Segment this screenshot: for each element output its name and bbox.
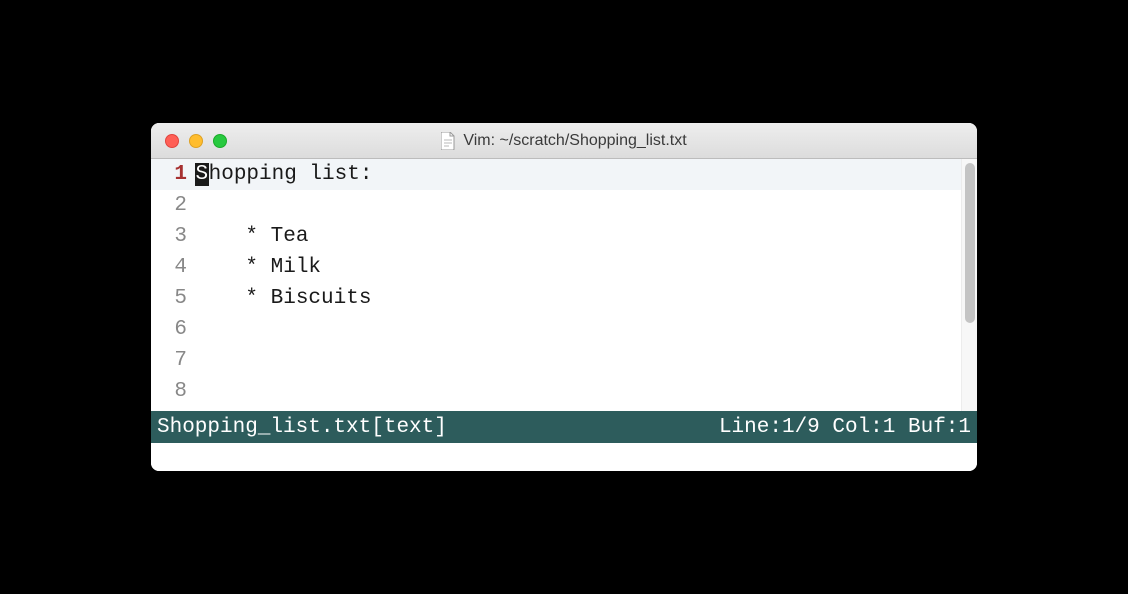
window-title: Vim: ~/scratch/Shopping_list.txt bbox=[463, 132, 686, 150]
line-number: 8 bbox=[151, 376, 195, 407]
cursor: S bbox=[195, 163, 209, 186]
editor-line[interactable]: 8 bbox=[151, 376, 961, 407]
document-icon bbox=[441, 132, 455, 150]
scrollbar[interactable] bbox=[961, 159, 977, 411]
editor-line[interactable]: 6 bbox=[151, 314, 961, 345]
line-content[interactable]: Shopping list: bbox=[195, 159, 372, 190]
editor-line[interactable]: 2 bbox=[151, 190, 961, 221]
line-number: 1 bbox=[151, 159, 195, 190]
editor-line[interactable]: 5 * Biscuits bbox=[151, 283, 961, 314]
editor-line[interactable]: 1 Shopping list: bbox=[151, 159, 961, 190]
titlebar[interactable]: Vim: ~/scratch/Shopping_list.txt bbox=[151, 123, 977, 159]
editor-line[interactable]: 7 bbox=[151, 345, 961, 376]
editor-lines[interactable]: 1 Shopping list: 2 3 * Tea 4 * Milk 5 * … bbox=[151, 159, 961, 411]
line-number: 6 bbox=[151, 314, 195, 345]
statusbar: Shopping_list.txt[text] Line:1/9 Col:1 B… bbox=[151, 411, 977, 443]
editor-area[interactable]: 1 Shopping list: 2 3 * Tea 4 * Milk 5 * … bbox=[151, 159, 977, 411]
traffic-lights bbox=[151, 134, 227, 148]
minimize-button[interactable] bbox=[189, 134, 203, 148]
line-content[interactable]: * Biscuits bbox=[195, 283, 371, 314]
status-right: Line:1/9 Col:1 Buf:1 bbox=[719, 416, 971, 439]
scrollbar-thumb[interactable] bbox=[965, 163, 975, 323]
title-center: Vim: ~/scratch/Shopping_list.txt bbox=[151, 132, 977, 150]
line-number: 2 bbox=[151, 190, 195, 221]
status-left: Shopping_list.txt[text] bbox=[157, 416, 447, 439]
command-line-area[interactable] bbox=[151, 443, 977, 471]
vim-window: Vim: ~/scratch/Shopping_list.txt 1 Shopp… bbox=[151, 123, 977, 471]
maximize-button[interactable] bbox=[213, 134, 227, 148]
editor-line[interactable]: 3 * Tea bbox=[151, 221, 961, 252]
line-content[interactable]: * Milk bbox=[195, 252, 321, 283]
close-button[interactable] bbox=[165, 134, 179, 148]
line-content[interactable]: * Tea bbox=[195, 221, 308, 252]
line-number: 4 bbox=[151, 252, 195, 283]
line-text: hopping list: bbox=[209, 163, 373, 186]
line-number: 3 bbox=[151, 221, 195, 252]
line-number: 5 bbox=[151, 283, 195, 314]
line-number: 7 bbox=[151, 345, 195, 376]
editor-line[interactable]: 4 * Milk bbox=[151, 252, 961, 283]
